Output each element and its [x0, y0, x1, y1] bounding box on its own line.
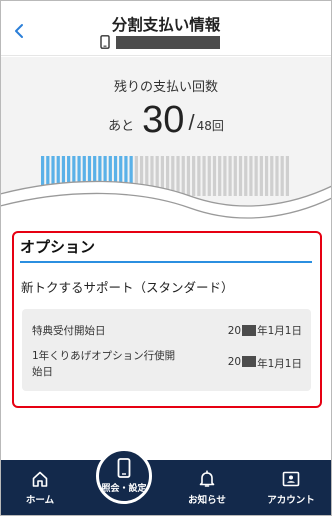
date-prefix: 20: [227, 324, 242, 337]
options-heading-underline: [20, 261, 312, 263]
remaining-prefix: あと: [108, 119, 135, 134]
bell-icon: [199, 470, 215, 487]
nav-inquiry-settings-label: 照会・設定: [101, 484, 147, 494]
early-option-label: 1年くりあげオプション行使開 始日: [32, 348, 175, 380]
benefit-start-date: 20 年1月1日: [228, 323, 302, 338]
support-plan-name: 新トクするサポート（スタンダード）: [21, 280, 234, 295]
smartphone-icon: [117, 458, 131, 478]
benefit-start-label: 特典受付開始日: [32, 325, 106, 337]
early-option-date: 20 年1月1日: [228, 348, 302, 380]
masked-phone-number: [116, 35, 220, 49]
wave-divider: [0, 180, 332, 236]
nav-account-label: アカウント: [267, 495, 315, 506]
date-suffix: 年1月1日: [257, 325, 302, 337]
nav-home-label: ホーム: [25, 495, 55, 506]
page-title: 分割支払い情報: [111, 16, 221, 34]
nav-notifications-label: お知らせ: [188, 495, 226, 506]
account-card-icon: [282, 471, 300, 487]
bottom-navigation: ホーム お知らせ アカウント: [0, 460, 332, 516]
total-count: 48回: [196, 119, 224, 133]
date-prefix: 20: [227, 356, 242, 368]
masked-year: [242, 356, 257, 367]
remaining-count-row: あと 30 / 48回: [0, 96, 332, 140]
phone-number-row: [100, 34, 220, 50]
nav-inquiry-settings[interactable]: 照会・設定: [96, 448, 152, 504]
smartphone-icon: [100, 35, 110, 49]
app-header: 分割支払い情報: [0, 0, 332, 56]
remaining-count: 30: [142, 99, 185, 141]
nav-account[interactable]: アカウント: [258, 460, 324, 516]
masked-year: [242, 325, 257, 336]
nav-notifications[interactable]: お知らせ: [176, 460, 238, 516]
count-slash: /: [188, 110, 195, 135]
early-option-row: 1年くりあげオプション行使開 始日 20 年1月1日: [32, 348, 302, 380]
benefit-start-row: 特典受付開始日 20 年1月1日: [32, 323, 302, 338]
remaining-label: 残りの支払い回数: [113, 80, 218, 95]
date-suffix: 年1月1日: [257, 358, 302, 370]
early-option-label-line2: 始日: [32, 366, 53, 378]
nav-home[interactable]: ホーム: [10, 460, 70, 516]
home-icon: [32, 471, 48, 487]
early-option-label-line1: 1年くりあげオプション行使開: [32, 350, 176, 362]
options-heading: オプション: [20, 238, 96, 256]
